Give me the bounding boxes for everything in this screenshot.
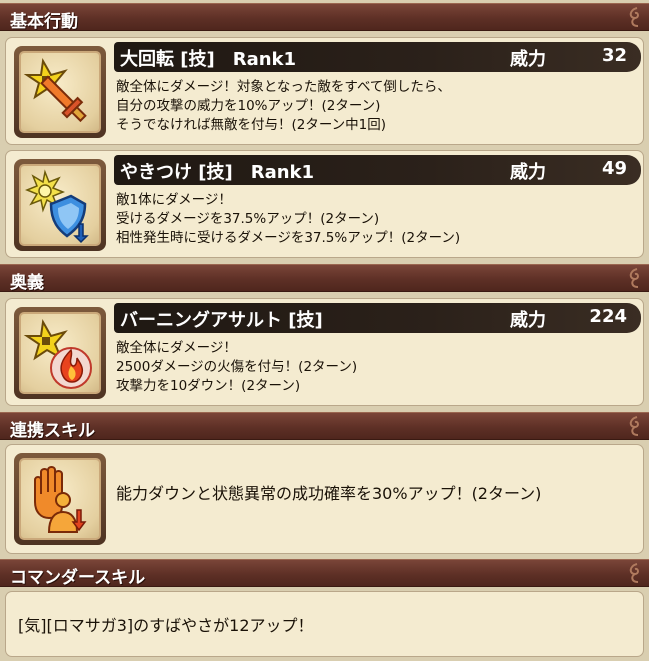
description-line: 相性発生時に受けるダメージを37.5%アップ！(2ターン) <box>116 230 461 246</box>
power-value: 224 <box>589 306 627 327</box>
description-line: 敵1体にダメージ！ <box>116 192 232 208</box>
skill-icon-frame <box>14 307 106 399</box>
power-value: 32 <box>601 45 627 66</box>
description-line: 敵全体にダメージ！対象となった敵をすべて倒したら、 <box>116 79 451 95</box>
skill-name: 大回転 [技] Rank1 <box>120 49 297 70</box>
skill-description: 敵1体にダメージ！ 受けるダメージを37.5%アップ！(2ターン) 相性発生時に… <box>116 191 460 248</box>
commander-skill-card[interactable]: [気][ロマサガ3]のすばやさが12アップ！ <box>5 591 644 657</box>
description-line: そうでなければ無敵を付与！(2ターン中1回) <box>116 117 387 133</box>
description-line: 2500ダメージの火傷を付与！(2ターン) <box>116 359 358 375</box>
skill-card-burning-assault[interactable]: バーニングアサルト [技] 威力 224 敵全体にダメージ！ 2500ダメージの… <box>5 298 644 406</box>
description-line: 敵全体にダメージ！ <box>116 340 237 356</box>
power-label: 威力 <box>510 310 546 331</box>
section-title: 基本行動 <box>10 12 78 32</box>
skill-name-bar: 大回転 [技] Rank1 威力 32 <box>114 42 641 72</box>
section-header-ougi: 奥義 <box>0 264 649 293</box>
shuriken-sword-icon <box>23 57 87 123</box>
section-header-commander: コマンダースキル <box>0 559 649 588</box>
skill-card-yakitsuke[interactable]: やきつけ [技] Rank1 威力 49 敵1体にダメージ！ 受けるダメージを3… <box>5 150 644 258</box>
description-line: 自分の攻撃の威力を10%アップ！(2ターン) <box>116 98 381 114</box>
skill-icon-frame <box>14 159 106 251</box>
power-label: 威力 <box>510 162 546 183</box>
skill-name: やきつけ [技] Rank1 <box>120 162 315 183</box>
scroll-ornament-icon <box>629 268 639 288</box>
skill-icon-frame <box>14 453 106 545</box>
section-title: コマンダースキル <box>10 568 146 588</box>
power-label: 威力 <box>510 49 546 70</box>
debuff-hand-icon <box>34 466 87 533</box>
section-header-renkei: 連携スキル <box>0 412 649 441</box>
description-line: 攻撃力を10ダウン！(2ターン) <box>116 378 301 394</box>
scroll-ornament-icon <box>629 416 639 436</box>
power-value: 49 <box>601 158 627 179</box>
description-line: 受けるダメージを37.5%アップ！(2ターン) <box>116 211 380 227</box>
scroll-ornament-icon <box>629 7 639 27</box>
skill-icon-frame <box>14 46 106 138</box>
skill-name-bar: バーニングアサルト [技] 威力 224 <box>114 303 641 333</box>
commander-skill-text: [気][ロマサガ3]のすばやさが12アップ！ <box>18 616 314 635</box>
renkei-skill-card[interactable]: 能力ダウンと状態異常の成功確率を30%アップ！(2ターン) <box>5 444 644 554</box>
section-title: 奥義 <box>10 273 44 293</box>
burst-shield-down-icon <box>24 169 89 244</box>
scroll-ornament-icon <box>629 563 639 583</box>
renkei-skill-text: 能力ダウンと状態異常の成功確率を30%アップ！(2ターン) <box>116 484 542 503</box>
skill-name-bar: やきつけ [技] Rank1 威力 49 <box>114 155 641 185</box>
skill-description: 敵全体にダメージ！対象となった敵をすべて倒したら、 自分の攻撃の威力を10%アッ… <box>116 78 451 135</box>
shuriken-flame-icon <box>23 318 92 389</box>
skill-description: 敵全体にダメージ！ 2500ダメージの火傷を付与！(2ターン) 攻撃力を10ダウ… <box>116 339 357 396</box>
skill-card-daikaiten[interactable]: 大回転 [技] Rank1 威力 32 敵全体にダメージ！対象となった敵をすべて… <box>5 37 644 145</box>
skill-name: バーニングアサルト [技] <box>120 310 323 331</box>
section-header-basic: 基本行動 <box>0 3 649 32</box>
section-title: 連携スキル <box>10 421 95 441</box>
